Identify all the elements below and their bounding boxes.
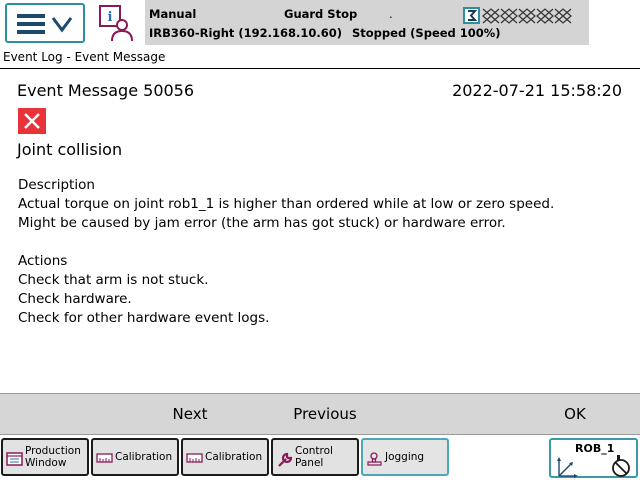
event-info-icon[interactable]: i xyxy=(97,4,135,42)
description-label: Description xyxy=(18,177,95,193)
view-title: Event Log - Event Message xyxy=(3,50,166,64)
wrench-icon xyxy=(278,452,293,467)
main-menu-button[interactable] xyxy=(5,3,85,43)
controller-status-panel[interactable]: Manual Guard Stop . IRB360-Right (192.16… xyxy=(145,0,589,45)
close-view-area[interactable] xyxy=(589,0,640,46)
event-timestamp: 2022-07-21 15:58:20 xyxy=(452,81,622,100)
taskbar: Production Window Calibration Calibratio… xyxy=(0,436,640,480)
previous-button[interactable]: Previous xyxy=(270,394,380,434)
error-icon xyxy=(18,108,46,134)
calibration-icon xyxy=(186,453,203,463)
calibration-icon xyxy=(96,453,113,463)
event-heading: Joint collision xyxy=(17,140,123,159)
hamburger-menu-icon xyxy=(17,14,73,34)
action-line: Check for other hardware event logs. xyxy=(18,310,270,326)
taskbar-item-label: Production Window xyxy=(25,445,81,469)
jog-axes-icon xyxy=(557,455,630,478)
status-dot: . xyxy=(389,7,393,21)
operating-mode: Manual xyxy=(149,7,197,21)
action-line: Check that arm is not stuck. xyxy=(18,272,209,288)
taskbar-item-calibration[interactable]: Calibration xyxy=(181,438,269,476)
taskbar-item-calibration[interactable]: Calibration xyxy=(91,438,179,476)
next-button[interactable]: Next xyxy=(150,394,230,434)
ok-button[interactable]: OK xyxy=(530,394,620,434)
taskbar-item-control-panel[interactable]: Control Panel xyxy=(271,438,359,476)
status-bar: i Manual Guard Stop . IRB360-Right (192.… xyxy=(0,0,640,46)
safety-state: Guard Stop xyxy=(284,7,358,21)
task-status-icon xyxy=(463,7,572,24)
taskbar-item-label: Calibration xyxy=(115,451,173,463)
action-line: Check hardware. xyxy=(18,291,132,307)
taskbar-item-label: Jogging xyxy=(385,451,425,463)
robot-system-name: IRB360-Right (192.168.10.60) xyxy=(149,26,343,40)
description-line: Actual torque on joint rob1_1 is higher … xyxy=(18,196,555,212)
taskbar-item-jogging[interactable]: Jogging xyxy=(361,438,449,476)
view-title-bar: Event Log - Event Message xyxy=(0,47,640,69)
taskbar-item-label: Calibration xyxy=(205,451,263,463)
svg-text:i: i xyxy=(108,10,113,25)
quickset-button[interactable]: ROB_1 xyxy=(549,438,638,478)
jogging-icon xyxy=(367,452,382,466)
taskbar-item-production-window[interactable]: Production Window xyxy=(1,438,89,476)
event-message-title: Event Message 50056 xyxy=(17,81,195,100)
command-bar: Next Previous OK xyxy=(0,393,640,435)
production-window-icon xyxy=(6,452,23,466)
description-line: Might be caused by jam error (the arm ha… xyxy=(18,215,506,231)
program-state: Stopped (Speed 100%) xyxy=(352,26,501,40)
actions-label: Actions xyxy=(18,253,68,269)
taskbar-item-label: Control Panel xyxy=(295,445,333,469)
